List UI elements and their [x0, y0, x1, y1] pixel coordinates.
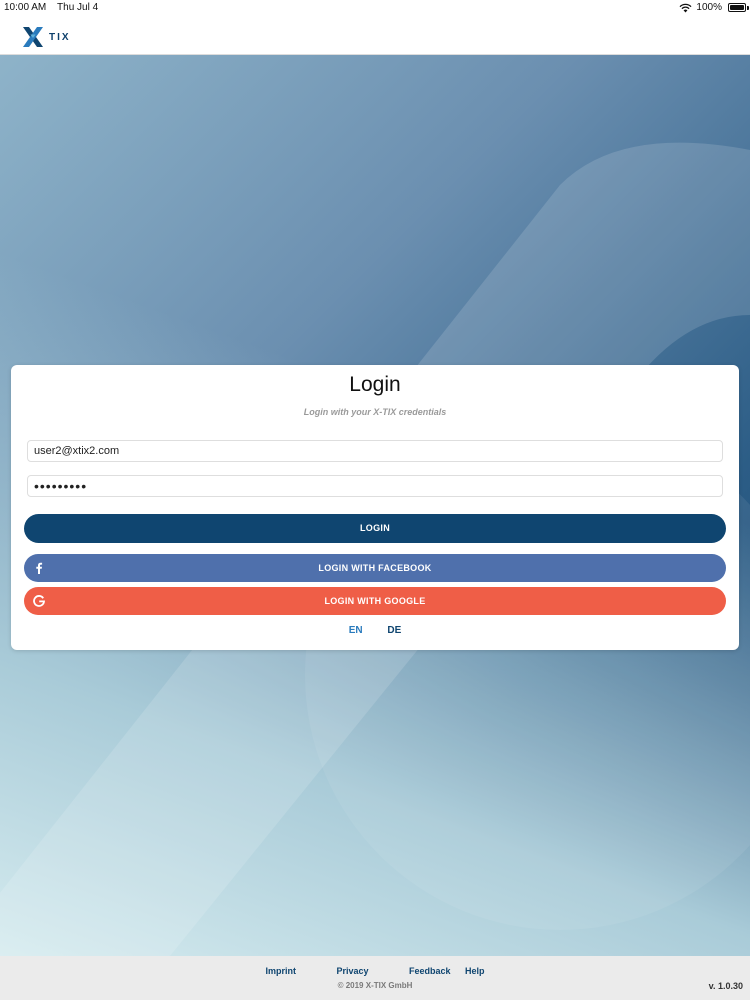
google-icon-wrap	[33, 587, 45, 615]
login-title: Login	[349, 373, 401, 396]
battery-cap	[747, 6, 749, 10]
footer-link-privacy[interactable]: Privacy	[336, 966, 368, 976]
copyright: © 2019 X-TIX GmbH	[337, 981, 413, 990]
google-icon	[33, 595, 45, 607]
status-bar: 10:00 AM Thu Jul 4 100%	[0, 0, 750, 16]
login-card: Login Login with your X-TIX credentials …	[11, 365, 739, 650]
wifi-icon	[679, 3, 692, 12]
battery-fill	[730, 5, 744, 10]
google-login-button[interactable]: LOGIN WITH GOOGLE	[24, 587, 726, 615]
facebook-button-label: LOGIN WITH FACEBOOK	[318, 563, 432, 573]
facebook-icon	[36, 562, 43, 574]
status-right: 100%	[679, 2, 722, 13]
status-time: 10:00 AM	[4, 2, 47, 13]
logo-text: TIX	[49, 31, 71, 43]
facebook-login-button[interactable]: LOGIN WITH FACEBOOK	[24, 554, 726, 582]
email-field[interactable]	[27, 440, 723, 462]
footer-link-help[interactable]: Help	[465, 966, 485, 976]
login-button-label: LOGIN	[360, 523, 390, 533]
app-screen: 10:00 AM Thu Jul 4 100% TIX Login Login …	[0, 0, 750, 1000]
login-button[interactable]: LOGIN	[24, 514, 726, 543]
battery-percent: 100%	[696, 2, 722, 13]
language-en[interactable]: EN	[349, 625, 363, 636]
battery-icon	[728, 3, 746, 12]
language-switcher: EN DE	[11, 625, 739, 636]
footer-link-imprint[interactable]: Imprint	[265, 966, 296, 976]
app-version: v. 1.0.30	[708, 981, 743, 991]
footer-links: Imprint Privacy Feedback Help	[0, 966, 750, 976]
footer: Imprint Privacy Feedback Help © 2019 X-T…	[0, 956, 750, 1000]
footer-link-feedback[interactable]: Feedback	[409, 966, 451, 976]
google-button-label: LOGIN WITH GOOGLE	[324, 596, 426, 606]
status-date: Thu Jul 4	[57, 2, 99, 13]
language-de[interactable]: DE	[387, 625, 401, 636]
status-left: 10:00 AM Thu Jul 4	[4, 2, 98, 13]
app-header: TIX	[0, 16, 750, 55]
password-field[interactable]	[27, 475, 723, 497]
x-logo-icon	[23, 27, 43, 47]
facebook-icon-wrap	[33, 554, 45, 582]
login-subtitle: Login with your X-TIX credentials	[303, 407, 447, 417]
logo[interactable]: TIX	[20, 24, 71, 50]
